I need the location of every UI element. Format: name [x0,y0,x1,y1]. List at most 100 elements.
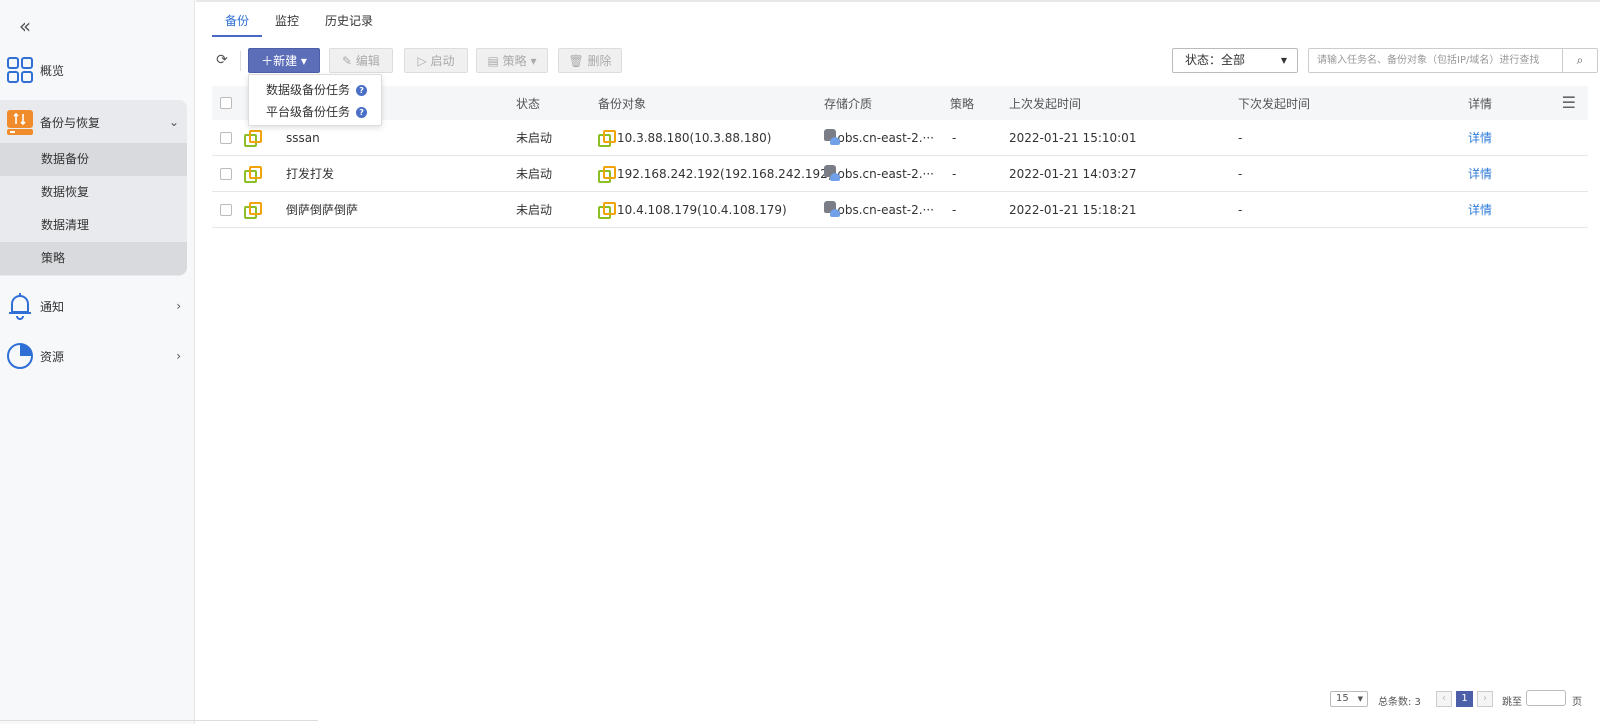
search-input[interactable]: 请输入任务名、备份对象（包括IP/域名）进行查找 [1308,48,1562,73]
chevron-right-icon: › [176,299,181,313]
menu-item-data-backup-task[interactable]: 数据级备份任务? [249,79,381,101]
tab-backup[interactable]: 备份 [212,8,263,37]
col-status: 状态 [516,96,541,111]
delete-button-label: 删除 [587,54,612,68]
vm-icon [244,192,263,227]
sidebar-sub-data-backup[interactable]: 数据备份 [0,143,187,176]
help-icon[interactable]: ? [356,84,368,96]
help-icon[interactable]: ? [356,106,368,118]
task-status: 未启动 [516,131,553,145]
detail-link[interactable]: 详情 [1468,192,1492,227]
col-last-time: 上次发起时间 [1009,96,1082,111]
vm-icon [598,202,616,219]
table-header: 状态 备份对象 存储介质 策略 上次发起时间 下次发起时间 详情 ☰ [212,86,1588,120]
last-time: 2022-01-21 15:18:21 [1009,202,1137,217]
next-time: - [1238,202,1243,217]
total-count: 总条数: 3 [1378,697,1421,708]
refresh-icon[interactable]: ⟳ [212,50,232,70]
storage-icon [824,165,840,182]
last-time: 2022-01-21 14:03:27 [1009,166,1137,181]
start-button-label: 启动 [430,54,455,68]
vm-icon [598,166,616,183]
page-size-value: 15 [1336,693,1349,704]
edit-button-label: 编辑 [355,54,380,68]
collapse-sidebar-icon[interactable]: « [13,14,37,38]
current-page[interactable]: 1 [1456,691,1473,707]
tab-history[interactable]: 历史记录 [312,8,386,34]
sidebar-item-backup-restore[interactable]: 备份与恢复 ⌄ [0,100,187,144]
main-content: 备份 监控 历史记录 ⟳ ＋新建 ▾ ✎ 编辑 ▷ 启动 ▤ 策略 ▾ 🗑 删除… [196,0,1600,724]
search-icon[interactable]: ⌕ [1562,48,1598,73]
policy-button[interactable]: ▤ 策略 ▾ [476,48,548,73]
sidebar-item-label: 资源 [40,349,65,364]
storage-medium: obs.cn-east-2.··· [824,156,934,191]
new-dropdown-menu: 数据级备份任务? 平台级备份任务? [248,74,382,126]
sidebar-group-backup: 备份与恢复 ⌄ 数据备份 数据恢复 数据清理 策略 [0,100,187,276]
storage-icon [824,129,840,146]
sidebar-item-overview[interactable]: 概览 [0,48,195,92]
new-button-label: 新建 [273,54,298,68]
row-checkbox[interactable] [220,156,232,191]
backup-object: 192.168.242.192(192.168.242.192) [598,156,832,191]
sidebar: « 概览 备份与恢复 ⌄ 数据备份 数据恢复 数据清理 策略 通知 › 资源 › [0,0,195,724]
task-status: 未启动 [516,203,553,217]
storage-medium: obs.cn-east-2.··· [824,192,934,227]
detail-link[interactable]: 详情 [1468,156,1492,191]
sidebar-sub-policy[interactable]: 策略 [0,242,187,275]
storage-medium: obs.cn-east-2.··· [824,120,934,155]
sidebar-item-label: 通知 [40,299,65,314]
next-time: - [1238,166,1243,181]
backup-object-text: 192.168.242.192(192.168.242.192) [617,166,833,181]
detail-link[interactable]: 详情 [1468,120,1492,155]
edit-button[interactable]: ✎ 编辑 [329,48,393,73]
policy-button-label: 策略 [502,54,527,68]
divider [0,720,318,721]
status-filter-select[interactable]: 状态：全部 ▼ [1172,48,1298,73]
pie-icon [6,342,34,370]
next-page-button[interactable]: › [1477,691,1493,707]
backup-object: 10.3.88.180(10.3.88.180) [598,120,771,155]
table-row: 倒萨倒萨倒萨 未启动 10.4.108.179(10.4.108.179) ob… [212,192,1588,228]
chevron-down-icon: ⌄ [168,115,179,129]
jump-label: 跳至 [1502,697,1522,708]
sidebar-item-notify[interactable]: 通知 › [0,284,195,328]
row-checkbox[interactable] [220,120,232,155]
toolbar: ⟳ ＋新建 ▾ ✎ 编辑 ▷ 启动 ▤ 策略 ▾ 🗑 删除 状态：全部 ▼ 请输… [212,48,1598,74]
storage-text: obs.cn-east-2.··· [837,130,934,145]
storage-icon [824,201,840,218]
backup-object-text: 10.3.88.180(10.3.88.180) [617,130,772,145]
task-name: 打发打发 [286,167,335,181]
page-suffix: 页 [1572,697,1582,708]
start-button[interactable]: ▷ 启动 [404,48,468,73]
next-time: - [1238,130,1243,145]
select-all-checkbox[interactable] [220,86,234,120]
new-button[interactable]: ＋新建 ▾ [248,48,320,73]
column-settings-icon[interactable]: ☰ [1562,86,1576,120]
table-row: sssan 未启动 10.3.88.180(10.3.88.180) obs.c… [212,120,1588,156]
menu-item-platform-backup-task[interactable]: 平台级备份任务? [249,101,381,123]
sidebar-sub-data-restore[interactable]: 数据恢复 [0,176,187,209]
task-status: 未启动 [516,167,553,181]
divider [240,51,241,71]
last-time: 2022-01-21 15:10:01 [1009,130,1137,145]
task-policy: - [952,202,957,217]
row-checkbox[interactable] [220,192,232,227]
jump-page-input[interactable] [1526,690,1566,706]
tab-monitor[interactable]: 监控 [262,8,312,34]
status-filter-value: 状态：全部 [1185,53,1246,67]
task-policy: - [952,130,957,145]
storage-text: obs.cn-east-2.··· [837,202,934,217]
tab-bar: 备份 监控 历史记录 [212,8,386,37]
sidebar-sub-data-cleanup[interactable]: 数据清理 [0,209,187,242]
page-size-select[interactable]: 15 ▼ [1330,691,1368,707]
prev-page-button[interactable]: ‹ [1436,691,1452,707]
caret-down-icon: ▼ [1280,56,1287,65]
backup-object-text: 10.4.108.179(10.4.108.179) [617,202,787,217]
sidebar-item-resource[interactable]: 资源 › [0,334,195,378]
menu-item-label: 数据级备份任务 [266,83,351,97]
delete-button[interactable]: 🗑 删除 [558,48,622,73]
vm-icon [244,156,263,191]
divider [196,0,1600,2]
vm-icon [598,130,616,147]
col-object: 备份对象 [598,96,647,111]
